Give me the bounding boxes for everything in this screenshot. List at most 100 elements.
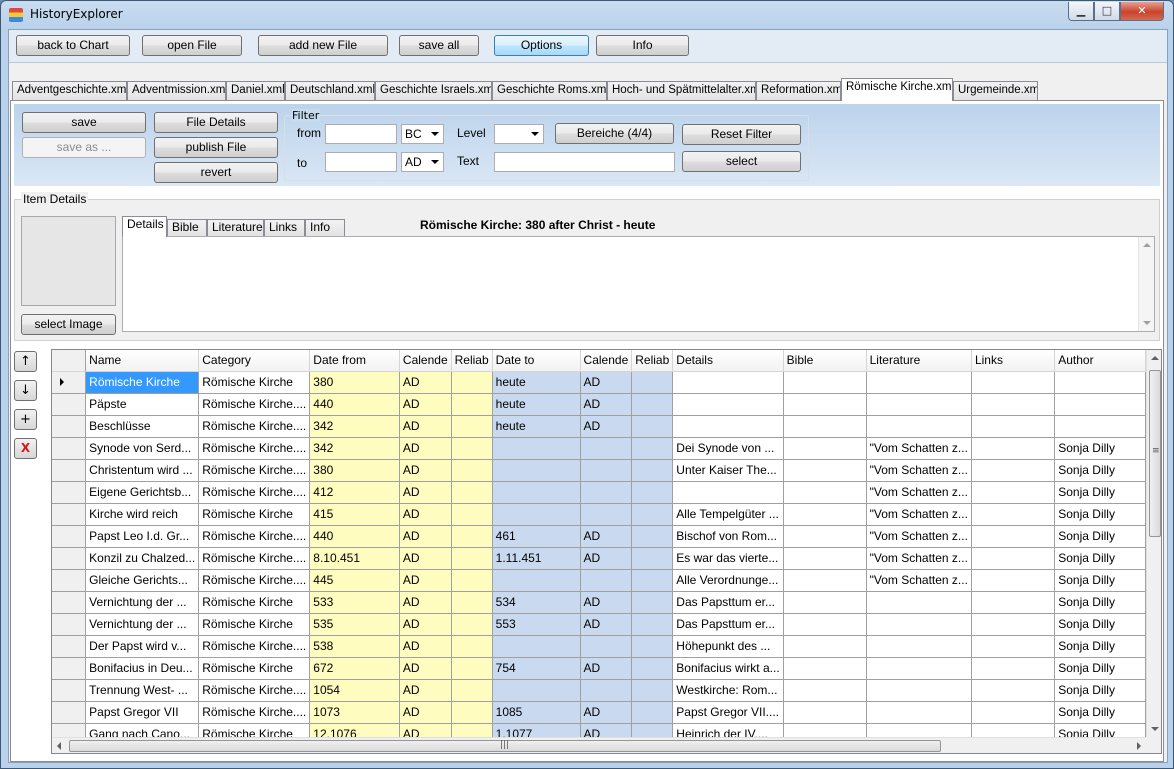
grid-cell[interactable]: 535 [309, 613, 400, 636]
row-header[interactable] [52, 657, 87, 680]
tab-links[interactable]: Links [264, 219, 305, 236]
grid-cell[interactable] [492, 459, 581, 482]
grid-cell[interactable]: 445 [309, 569, 400, 592]
grid-cell[interactable] [971, 613, 1056, 636]
grid-cell[interactable]: 380 [309, 371, 400, 394]
grid-cell[interactable]: Römische Kirche.... [198, 635, 311, 658]
grid-cell[interactable]: 533 [309, 591, 400, 614]
grid-cell[interactable]: Sonja Dilly [1054, 723, 1146, 737]
grid-cell[interactable]: Papst Gregor VII [85, 701, 200, 724]
column-header[interactable]: Calende [399, 350, 452, 372]
grid-cell[interactable]: Römische Kirche [198, 657, 311, 680]
grid-cell[interactable] [451, 679, 493, 702]
grid-cell[interactable]: Römische Kirche [198, 591, 311, 614]
grid-cell[interactable] [783, 371, 867, 394]
grid-cell[interactable]: AD [580, 371, 633, 394]
grid-cell[interactable] [451, 525, 493, 548]
grid-cell[interactable]: Römische Kirche [198, 503, 311, 526]
scroll-right-icon[interactable] [1137, 742, 1141, 750]
column-header[interactable]: Reliab [451, 350, 493, 372]
row-header[interactable] [52, 723, 87, 737]
grid-cell[interactable]: AD [580, 591, 633, 614]
save-as-button[interactable]: save as ... [22, 137, 146, 158]
grid-cell[interactable]: 342 [309, 437, 400, 460]
grid-cell[interactable]: Sonja Dilly [1054, 679, 1146, 702]
table-row[interactable]: Trennung West- ... Römische Kirche.... 105… [52, 679, 1146, 702]
grid-cell[interactable]: Sonja Dilly [1054, 657, 1146, 680]
select-image-button[interactable]: select Image [21, 314, 116, 335]
grid-cell[interactable]: AD [580, 525, 633, 548]
grid-cell[interactable] [971, 547, 1056, 570]
grid-cell[interactable]: Römische Kirche [198, 723, 311, 737]
grid-cell[interactable]: 8.10.451 [309, 547, 400, 570]
grid-cell[interactable] [783, 415, 867, 438]
table-row[interactable]: Päpste Römische Kirche.... 440 AD heute AD [52, 393, 1146, 416]
grid-cell[interactable] [866, 371, 972, 394]
grid-cell[interactable]: Unter Kaiser The... [672, 459, 784, 482]
table-row[interactable]: Papst Gregor VII Römische Kirche.... 1073 A… [52, 701, 1146, 724]
grid-cell[interactable] [451, 481, 493, 504]
grid-cell[interactable]: AD [399, 635, 452, 658]
grid-cell[interactable] [451, 591, 493, 614]
grid-cell[interactable]: "Vom Schatten z... [866, 503, 972, 526]
grid-cell[interactable]: heute [492, 415, 581, 438]
grid-cell[interactable]: 1.11.451 [492, 547, 581, 570]
grid-cell[interactable]: Päpste [85, 393, 200, 416]
tab-hoch-und-spaetmittelalter[interactable]: Hoch- und Spätmittelalter.xml [607, 81, 756, 100]
close-button[interactable]: ✕ [1120, 2, 1164, 21]
grid-cell[interactable]: Sonja Dilly [1054, 701, 1146, 724]
column-header[interactable]: Reliab [631, 350, 674, 372]
tab-deutschland[interactable]: Deutschland.xml [285, 81, 375, 100]
grid-cell[interactable]: 1.1077 [492, 723, 581, 737]
grid-horizontal-scrollbar[interactable]: ||| [52, 737, 1146, 753]
grid-cell[interactable] [492, 679, 581, 702]
grid-cell[interactable]: 342 [309, 415, 400, 438]
grid-cell[interactable]: AD [580, 657, 633, 680]
tab-details[interactable]: Details [122, 216, 167, 237]
grid-cell[interactable]: 12.1076 [309, 723, 400, 737]
grid-cell[interactable] [971, 393, 1056, 416]
tab-adventmission[interactable]: Adventmission.xml [127, 81, 226, 100]
grid-cell[interactable]: Christentum wird ... [85, 459, 200, 482]
grid-cell[interactable]: Alle Verordnunge... [672, 569, 784, 592]
to-era-select[interactable]: AD [401, 152, 444, 172]
move-up-button[interactable]: ↑ [14, 351, 37, 372]
table-row[interactable]: Gang nach Cano... Römische Kirche 12.1076 A… [52, 723, 1146, 737]
grid-cell[interactable] [492, 635, 581, 658]
grid-cell[interactable]: 1073 [309, 701, 400, 724]
column-header[interactable]: Bible [783, 350, 867, 372]
from-era-select[interactable]: BC [401, 124, 444, 144]
grid-cell[interactable]: Der Papst wird v... [85, 635, 200, 658]
grid-cell[interactable] [971, 635, 1056, 658]
grid-cell[interactable] [971, 591, 1056, 614]
grid-cell[interactable] [631, 371, 674, 394]
grid-cell[interactable] [783, 613, 867, 636]
grid-cell[interactable] [631, 525, 674, 548]
grid-cell[interactable] [672, 393, 784, 416]
grid-cell[interactable] [783, 437, 867, 460]
row-header[interactable] [52, 591, 87, 614]
grid-cell[interactable]: Römische Kirche.... [198, 569, 311, 592]
tab-info[interactable]: Info [305, 219, 345, 236]
grid-cell[interactable]: heute [492, 393, 581, 416]
grid-cell[interactable]: Gleiche Gerichts... [85, 569, 200, 592]
grid-cell[interactable] [492, 481, 581, 504]
grid-cell[interactable]: Heinrich der IV.... [672, 723, 784, 737]
grid-cell[interactable]: AD [580, 415, 633, 438]
grid-cell[interactable] [492, 437, 581, 460]
grid-cell[interactable]: 440 [309, 393, 400, 416]
grid-cell[interactable]: Sonja Dilly [1054, 547, 1146, 570]
grid-cell[interactable] [451, 459, 493, 482]
tab-geschichte-israels[interactable]: Geschichte Israels.xml [375, 81, 492, 100]
grid-cell[interactable] [631, 591, 674, 614]
grid-cell[interactable]: 380 [309, 459, 400, 482]
grid-cell[interactable] [580, 481, 633, 504]
table-row[interactable]: Gleiche Gerichts... Römische Kirche.... 44… [52, 569, 1146, 592]
grid-cell[interactable]: Römische Kirche [198, 371, 311, 394]
grid-cell[interactable]: 538 [309, 635, 400, 658]
grid-cell[interactable] [631, 393, 674, 416]
grid-cell[interactable]: Das Papsttum er... [672, 613, 784, 636]
grid-cell[interactable] [783, 723, 867, 737]
file-details-button[interactable]: File Details [154, 112, 278, 133]
table-row[interactable]: Römische Kirche Römische Kirche 380 AD heute… [52, 371, 1146, 394]
